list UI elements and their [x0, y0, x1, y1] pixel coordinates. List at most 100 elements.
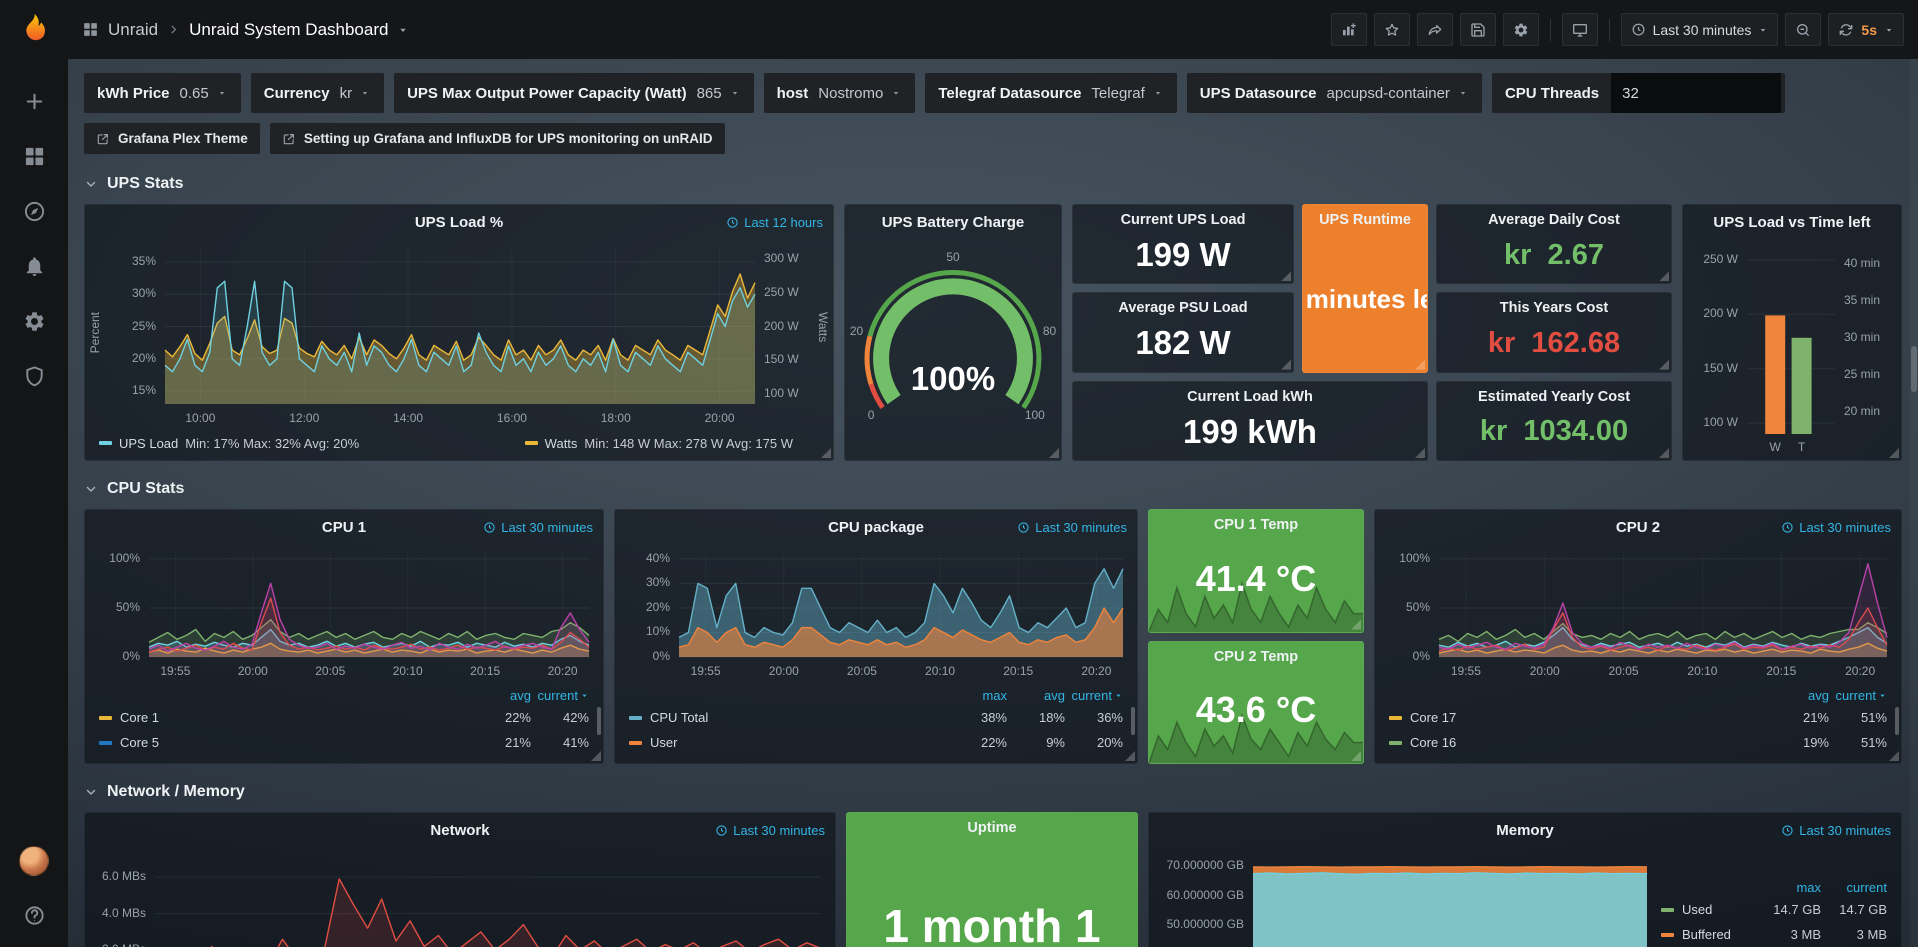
legend-col-current[interactable]: current	[1065, 688, 1123, 703]
variable-value-dropdown[interactable]: kr	[330, 73, 381, 113]
variable-value-dropdown[interactable]: Nostromo	[808, 73, 911, 113]
series-name[interactable]: CPU Total	[650, 710, 949, 725]
panel-title[interactable]: Estimated Yearly Cost	[1437, 382, 1671, 412]
cpu2-chart[interactable]: 0%50%100%19:5520:0020:0520:1020:1520:20	[1375, 544, 1901, 683]
user-avatar[interactable]	[19, 846, 49, 876]
panel-title[interactable]: Average PSU Load	[1073, 293, 1293, 323]
series-color-marker[interactable]	[629, 741, 642, 745]
dashboard-settings-button[interactable]	[1503, 13, 1539, 46]
variable-value-dropdown[interactable]: Telegraf	[1081, 73, 1172, 113]
legend-col-current[interactable]: current	[531, 688, 589, 703]
ups-battery-gauge[interactable]: 0205080100100%	[845, 239, 1061, 460]
legend-col-avg[interactable]: avg	[1007, 688, 1065, 703]
panel-title[interactable]: CPU 1 Temp	[1149, 510, 1363, 540]
panel-title[interactable]: CPU 1	[322, 519, 366, 536]
section-network-memory: Network / Memory Network Last 30 minutes…	[84, 778, 1902, 947]
panel-title[interactable]: Memory	[1496, 822, 1554, 839]
sidebar-item-create[interactable]	[23, 90, 46, 113]
panel-title[interactable]: This Years Cost	[1437, 293, 1671, 323]
series-name[interactable]: Core 17	[1410, 710, 1771, 725]
time-range-label: Last 30 minutes	[1653, 22, 1752, 38]
share-dashboard-button[interactable]	[1417, 13, 1453, 46]
cpu-package-chart[interactable]: 0%10%20%30%40%19:5520:0020:0520:1020:152…	[615, 544, 1137, 683]
legend-col-current[interactable]: current	[1821, 880, 1887, 895]
panel-title[interactable]: Uptime	[847, 813, 1137, 843]
breadcrumb-dashboard-title[interactable]: Unraid System Dashboard	[189, 20, 388, 40]
grafana-logo-icon[interactable]	[15, 12, 53, 50]
series-color-marker[interactable]	[525, 441, 538, 445]
series-color-marker[interactable]	[99, 741, 112, 745]
panel-title[interactable]: CPU 2 Temp	[1149, 642, 1363, 672]
sidebar-item-help[interactable]	[23, 904, 46, 927]
scrollbar-thumb[interactable]	[1911, 346, 1917, 392]
sidebar-item-server-admin[interactable]	[23, 365, 46, 388]
series-name[interactable]: Core 5	[120, 735, 473, 750]
series-color-marker[interactable]	[1661, 933, 1674, 937]
series-name[interactable]: Core 1	[120, 710, 473, 725]
legend-col-max[interactable]: max	[1755, 880, 1821, 895]
legend-col-avg[interactable]: avg	[1771, 688, 1829, 703]
series-color-marker[interactable]	[99, 716, 112, 720]
axis-tick: 100%	[1375, 551, 1430, 565]
panel-title[interactable]: CPU package	[828, 519, 924, 536]
ups-load-chart[interactable]: 15%20%25%30%35%100 W150 W200 W250 W300 W…	[85, 239, 833, 430]
refresh-interval-label[interactable]: 5s	[1861, 22, 1877, 38]
panel-title[interactable]: Current Load kWh	[1073, 382, 1427, 412]
cpu1-chart[interactable]: 0%50%100%19:5520:0020:0520:1020:1520:20	[85, 544, 603, 683]
series-name[interactable]: User	[650, 735, 949, 750]
row-header-cpu-stats[interactable]: CPU Stats	[84, 475, 1902, 503]
page-scrollbar[interactable]	[1910, 59, 1918, 947]
network-chart[interactable]: 2.0 MBs4.0 MBs6.0 MBs	[85, 847, 835, 947]
series-color-marker[interactable]	[1389, 716, 1402, 720]
series-name[interactable]: Used	[1682, 902, 1755, 917]
panel-title[interactable]: UPS Load %	[415, 214, 503, 231]
dashboard-link-ups-monitoring-guide[interactable]: Setting up Grafana and InfluxDB for UPS …	[270, 123, 725, 154]
panel-title[interactable]: Average Daily Cost	[1437, 205, 1671, 235]
memory-chart[interactable]: 50.000000 GB60.000000 GB70.000000 GB	[1149, 847, 1661, 947]
zoom-out-button[interactable]	[1785, 13, 1821, 46]
sidebar-item-explore[interactable]	[23, 200, 46, 223]
axis-tick: 25 min	[1844, 367, 1880, 381]
series-name[interactable]: Watts	[545, 436, 578, 451]
variable-value-dropdown[interactable]: 865	[687, 73, 750, 113]
row-header-ups-stats[interactable]: UPS Stats	[84, 170, 1902, 198]
legend-col-max[interactable]: max	[949, 688, 1007, 703]
time-range-picker[interactable]: Last 30 minutes	[1621, 13, 1779, 46]
dashboard-switcher-caret-icon[interactable]	[397, 24, 409, 36]
row-header-network-memory[interactable]: Network / Memory	[84, 778, 1902, 806]
cycle-view-mode-button[interactable]	[1562, 13, 1598, 46]
sidebar-item-alerting[interactable]	[23, 255, 46, 278]
panel-title[interactable]: UPS Runtime	[1303, 205, 1427, 235]
series-name[interactable]: Core 16	[1410, 735, 1771, 750]
legend-scrollbar[interactable]	[597, 707, 601, 735]
star-dashboard-button[interactable]	[1374, 13, 1410, 46]
save-dashboard-button[interactable]	[1460, 13, 1496, 46]
axis-tick: 0%	[85, 649, 140, 663]
series-name[interactable]: UPS Load	[119, 436, 178, 451]
variable-value-dropdown[interactable]: 0.65	[170, 73, 237, 113]
series-color-marker[interactable]	[1389, 741, 1402, 745]
panel-title[interactable]: UPS Battery Charge	[882, 214, 1025, 231]
panel-title[interactable]: CPU 2	[1616, 519, 1660, 536]
sidebar-item-dashboards[interactable]	[23, 145, 46, 168]
legend-scrollbar[interactable]	[1131, 707, 1135, 735]
panel-title[interactable]: UPS Load vs Time left	[1713, 214, 1870, 231]
cpu-threads-input[interactable]	[1611, 73, 1781, 113]
breadcrumb-folder[interactable]: Unraid	[108, 20, 158, 40]
series-name[interactable]: Buffered	[1682, 927, 1755, 942]
sidebar-item-configuration[interactable]	[23, 310, 46, 333]
legend-col-current[interactable]: current	[1829, 688, 1887, 703]
series-color-marker[interactable]	[99, 441, 112, 445]
panel-title[interactable]: Network	[430, 822, 489, 839]
add-panel-button[interactable]	[1331, 13, 1367, 46]
ups-load-time-left-chart[interactable]: 100 W150 W200 W250 W20 min25 min30 min35…	[1683, 239, 1901, 460]
dashboard-link-grafana-plex-theme[interactable]: Grafana Plex Theme	[84, 123, 260, 154]
legend-scrollbar[interactable]	[1895, 707, 1899, 735]
variable-value-dropdown[interactable]: apcupsd-container	[1317, 73, 1478, 113]
series-color-marker[interactable]	[629, 716, 642, 720]
legend-col-avg[interactable]: avg	[473, 688, 531, 703]
axis-tick: 200 W	[764, 319, 799, 333]
panel-title[interactable]: Current UPS Load	[1073, 205, 1293, 235]
refresh-button[interactable]: 5s	[1828, 13, 1904, 46]
series-color-marker[interactable]	[1661, 908, 1674, 912]
